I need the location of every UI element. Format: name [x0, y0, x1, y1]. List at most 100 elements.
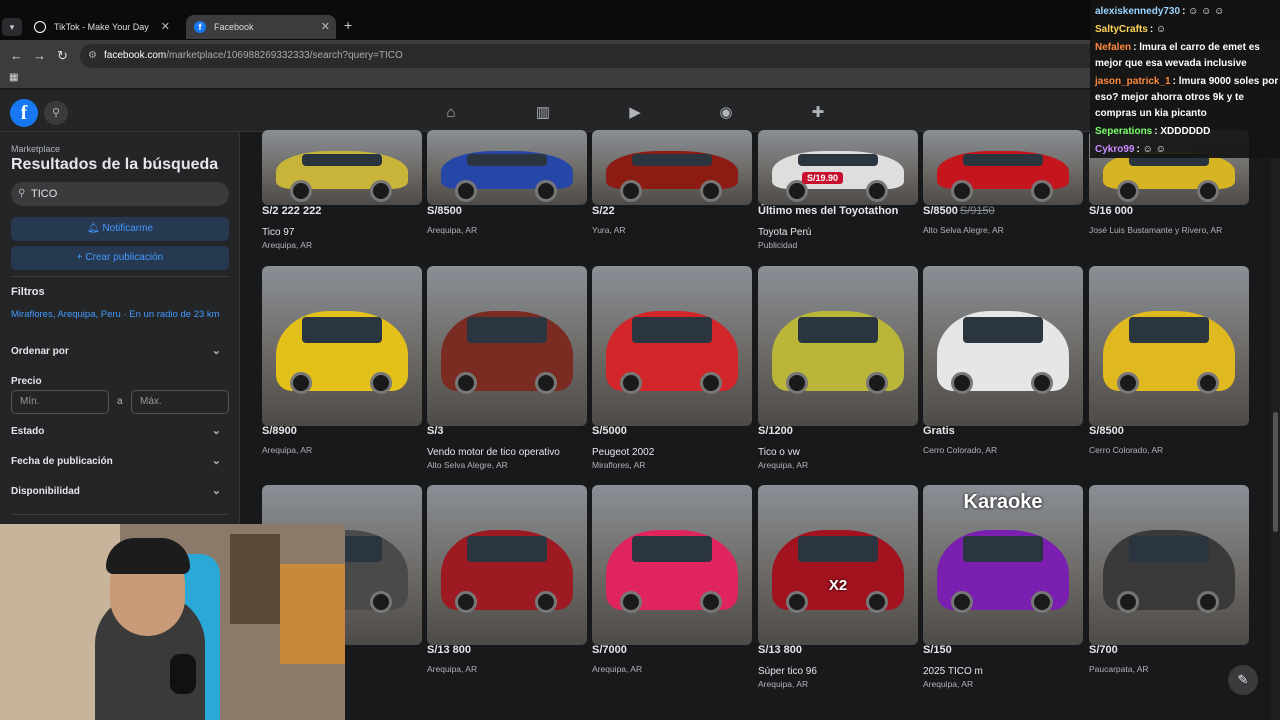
listing-price: S/8900	[262, 425, 297, 437]
listing-photo[interactable]	[592, 130, 752, 205]
sort-label: Ordenar por	[11, 346, 69, 357]
divider	[11, 276, 229, 277]
filters-heading: Filtros	[11, 286, 45, 298]
tab-facebook[interactable]: f Facebook ✕	[186, 15, 336, 39]
listing-title: Peugeot 2002	[592, 447, 655, 458]
tab-tiktok[interactable]: TikTok - Make Your Day ✕	[26, 15, 176, 39]
listing-price: S/150	[923, 644, 952, 656]
sort-dropdown[interactable]: Ordenar por ⌄	[11, 345, 225, 357]
chevron-down-icon: ⌄	[211, 345, 221, 357]
chat-message: Cykro99: ☺ ☺	[1095, 142, 1279, 158]
date-dropdown[interactable]: Fecha de publicación ⌄	[11, 455, 225, 467]
listing-price: S/5000	[592, 425, 627, 437]
listing-photo[interactable]	[758, 266, 918, 426]
chat-text: : ☺ ☺ ☺	[1182, 6, 1225, 17]
scrollbar[interactable]	[1271, 132, 1280, 720]
state-dropdown[interactable]: Estado ⌄	[11, 425, 225, 437]
facebook-logo-icon[interactable]: f	[10, 99, 38, 127]
gaming-icon[interactable]: ✚	[806, 101, 830, 125]
max-placeholder: Máx.	[140, 396, 162, 407]
bookmarks-bar: ▦	[0, 72, 1280, 88]
listing-photo[interactable]	[262, 130, 422, 205]
listing-photo[interactable]: Karaoke	[923, 485, 1083, 645]
car-window	[963, 317, 1043, 343]
home-icon[interactable]: ⌂	[439, 101, 463, 125]
listing-location: Arequipa, AR	[427, 664, 478, 674]
create-listing-button[interactable]: + Crear publicación	[11, 246, 229, 270]
listing-photo[interactable]	[427, 485, 587, 645]
feeds-icon[interactable]: ▥	[531, 101, 555, 125]
chat-text: : ☺	[1149, 24, 1167, 35]
min-price-input[interactable]: Mín.	[11, 390, 109, 414]
car-window	[467, 317, 547, 343]
video-icon[interactable]: ▶	[623, 101, 647, 125]
wheel-shape	[700, 179, 722, 202]
wheel-shape	[370, 179, 392, 202]
listing-price: S/3	[427, 425, 444, 437]
forward-arrow-icon[interactable]: →	[33, 48, 46, 63]
wheel-shape	[455, 590, 477, 613]
max-price-input[interactable]: Máx.	[131, 390, 229, 414]
listing-photo[interactable]	[592, 485, 752, 645]
listing-title: Toyota Perú	[758, 227, 812, 238]
notify-me-button[interactable]: 🔔︎ Notificarme	[11, 217, 229, 241]
compose-message-button[interactable]: ✎	[1228, 665, 1258, 695]
chat-message: jason_patrick_1: lmura 9000 soles por es…	[1095, 74, 1279, 122]
price-text: Gratis	[923, 425, 955, 437]
car-window	[798, 536, 878, 562]
listing-photo[interactable]: S/19.90	[758, 130, 918, 205]
listing-photo[interactable]	[262, 266, 422, 426]
bell-icon: 🔔︎	[86, 223, 103, 234]
car-window	[798, 154, 878, 166]
listing-title: 2025 TICO m	[923, 666, 983, 677]
listing-location: Arequipa, AR	[592, 664, 643, 674]
listing-photo[interactable]	[427, 266, 587, 426]
back-arrow-icon[interactable]: ←	[10, 48, 23, 63]
wheel-shape	[620, 590, 642, 613]
listing-photo[interactable]	[923, 130, 1083, 205]
close-tab-icon[interactable]: ✕	[321, 15, 330, 39]
listing-photo[interactable]	[427, 130, 587, 205]
car-window	[1129, 317, 1209, 343]
listing-photo[interactable]	[592, 266, 752, 426]
search-value: TICO	[31, 188, 58, 200]
listing-location: Arequipa, AR	[758, 460, 809, 470]
site-info-icon[interactable]: ⚙	[88, 44, 97, 68]
car-window	[302, 317, 382, 343]
wheel-shape	[700, 371, 722, 394]
hair	[106, 538, 190, 574]
price-text: S/1200	[758, 425, 793, 437]
chevron-down-icon: ⌄	[211, 455, 221, 467]
availability-dropdown[interactable]: Disponibilidad ⌄	[11, 485, 225, 497]
listing-photo[interactable]	[1089, 485, 1249, 645]
scrollbar-thumb[interactable]	[1273, 412, 1278, 532]
chat-message: alexiskennedy730: ☺ ☺ ☺	[1095, 4, 1279, 20]
close-tab-icon[interactable]: ✕	[161, 15, 170, 39]
chat-message: SaltyCrafts: ☺	[1095, 22, 1279, 38]
address-bar[interactable]: ⚙ facebook.com/marketplace/1069882693323…	[80, 44, 1120, 68]
car-window	[1129, 536, 1209, 562]
search-icon[interactable]: ⚲	[44, 101, 68, 125]
listing-location: Arequipa, AR	[923, 679, 974, 689]
search-input[interactable]: ⚲ TICO	[11, 182, 229, 206]
wheel-shape	[535, 371, 557, 394]
listing-photo[interactable]	[1089, 266, 1249, 426]
listing-location: Cerro Colorado, AR	[1089, 445, 1164, 455]
tab-search-button[interactable]: ▾	[2, 18, 22, 36]
listing-photo[interactable]	[923, 266, 1083, 426]
wheel-shape	[370, 590, 392, 613]
price-text: S/16 000	[1089, 205, 1134, 217]
listing-location: Arequipa, AR	[427, 225, 478, 235]
groups-icon[interactable]: ◉	[714, 101, 738, 125]
apps-icon[interactable]: ▦	[9, 72, 18, 83]
shelf	[230, 534, 280, 624]
state-label: Estado	[11, 426, 45, 437]
location-filter-link[interactable]: Miraflores, Arequipa, Peru · En un radio…	[11, 308, 231, 321]
reload-icon[interactable]: ↻	[57, 48, 68, 64]
car-window	[632, 536, 712, 562]
listing-photo[interactable]: X2	[758, 485, 918, 645]
listing-location: Cerro Colorado, AR	[923, 445, 998, 455]
photo-overlay-text: X2	[828, 577, 848, 594]
new-tab-button[interactable]: +	[344, 17, 352, 33]
wheel-shape	[535, 590, 557, 613]
